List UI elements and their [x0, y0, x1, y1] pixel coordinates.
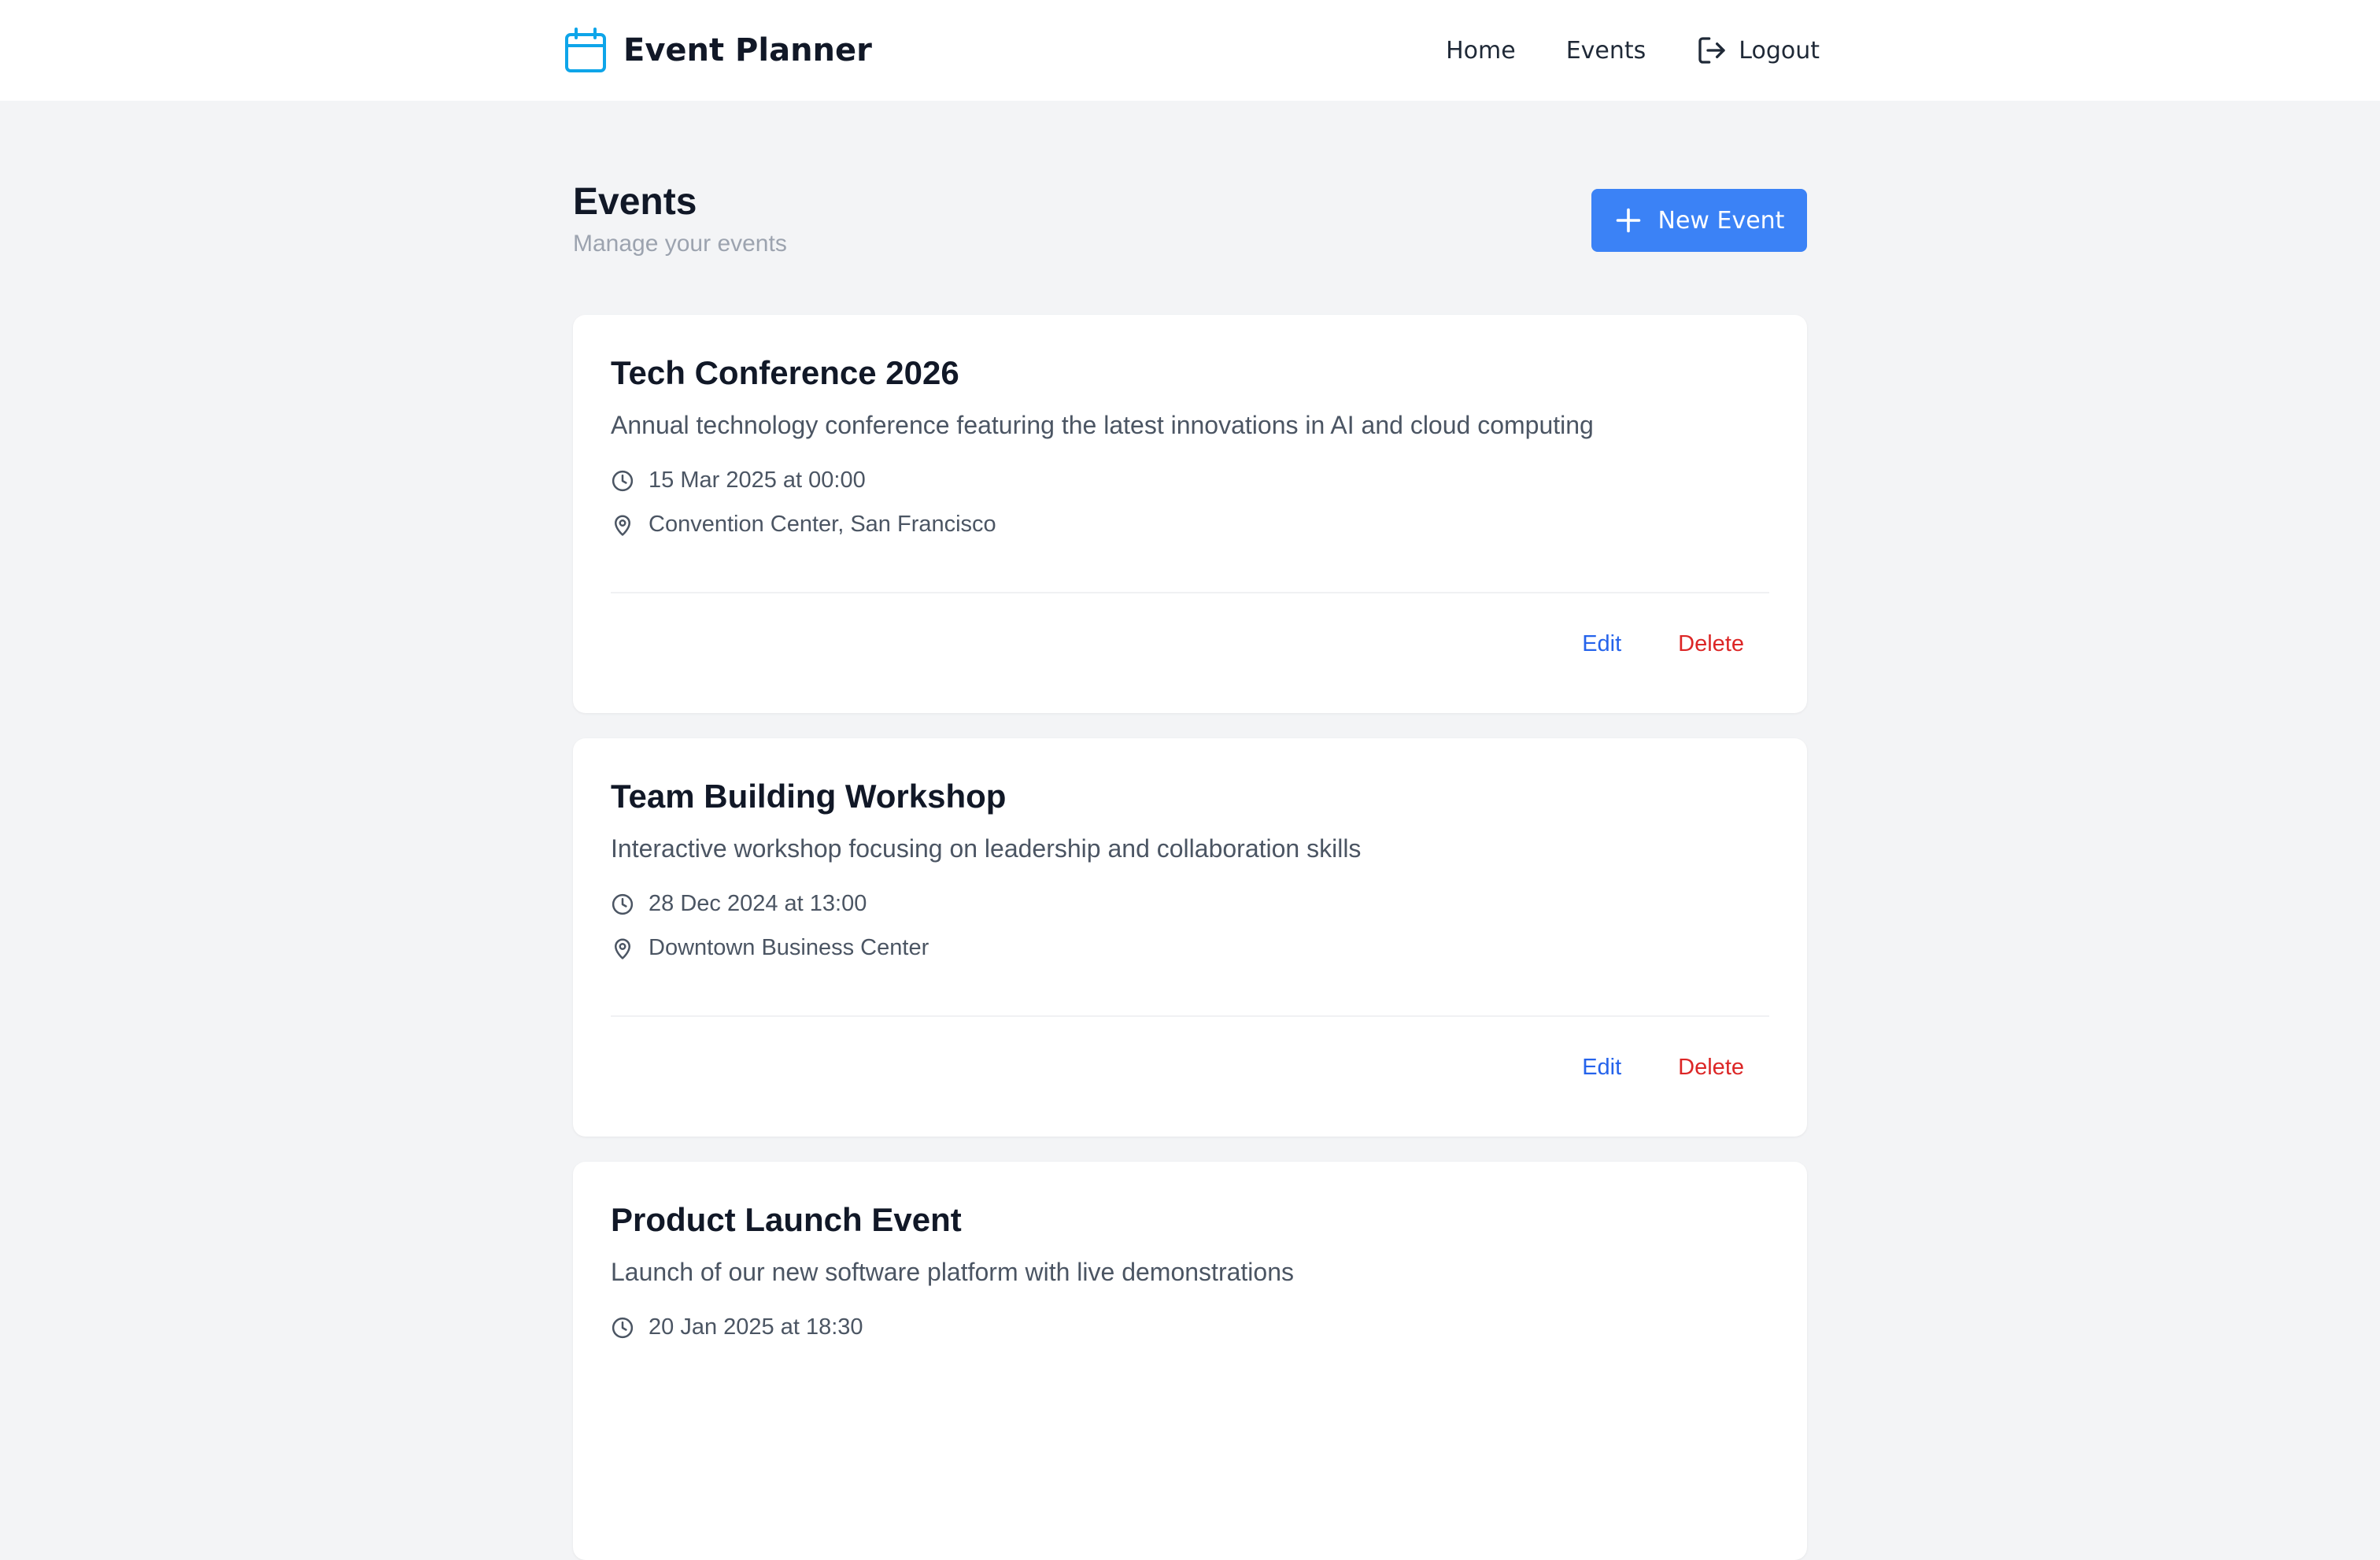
map-pin-icon	[615, 938, 630, 959]
plus-icon	[1616, 208, 1640, 233]
nav-link-logout-label: Logout	[1739, 36, 1820, 65]
event-datetime-text: 15 Mar 2025 at 00:00	[649, 468, 866, 493]
nav-link-logout[interactable]: Logout	[1696, 35, 1820, 66]
clock-icon	[612, 893, 634, 915]
clock-icon	[612, 1317, 634, 1338]
edit-button[interactable]: Edit	[1582, 631, 1621, 657]
delete-button[interactable]: Delete	[1678, 631, 1744, 657]
event-datetime-text: 28 Dec 2024 at 13:00	[649, 891, 867, 916]
event-actions: Edit Delete	[1582, 1055, 1744, 1081]
event-datetime: 15 Mar 2025 at 00:00	[611, 468, 866, 494]
event-actions: Edit Delete	[1582, 631, 1744, 657]
event-location: Convention Center, San Francisco	[611, 512, 996, 538]
event-card: Product Launch Event Launch of our new s…	[573, 1162, 1807, 1560]
event-title: Tech Conference 2026	[611, 354, 959, 391]
nav-link-events[interactable]: Events	[1566, 37, 1646, 65]
event-title: Product Launch Event	[611, 1201, 962, 1238]
navbar: Event Planner Home Events Logout	[0, 0, 2380, 101]
delete-button[interactable]: Delete	[1678, 1055, 1744, 1081]
event-title: Team Building Workshop	[611, 778, 1007, 815]
divider	[611, 1015, 1769, 1017]
event-location-text: Convention Center, San Francisco	[649, 512, 996, 537]
edit-button[interactable]: Edit	[1582, 1055, 1621, 1081]
event-card: Tech Conference 2026 Annual technology c…	[573, 315, 1807, 713]
nav-links: Home Events Logout	[1446, 24, 1820, 77]
new-event-label: New Event	[1658, 206, 1785, 235]
event-description: Annual technology conference featuring t…	[611, 411, 1594, 439]
event-datetime: 28 Dec 2024 at 13:00	[611, 891, 867, 917]
event-card: Team Building Workshop Interactive works…	[573, 738, 1807, 1137]
event-datetime-text: 20 Jan 2025 at 18:30	[649, 1314, 863, 1340]
event-datetime: 20 Jan 2025 at 18:30	[611, 1314, 863, 1340]
logout-icon	[1698, 37, 1725, 64]
event-location: Downtown Business Center	[611, 935, 929, 961]
brand-title: Event Planner	[623, 32, 872, 68]
nav-link-home[interactable]: Home	[1446, 37, 1516, 65]
divider	[611, 592, 1769, 593]
nav-link-events-label: Events	[1565, 36, 1646, 65]
brand[interactable]: Event Planner	[564, 24, 872, 77]
nav-link-home-label: Home	[1446, 36, 1516, 65]
clock-icon	[612, 470, 634, 491]
event-description: Interactive workshop focusing on leaders…	[611, 834, 1362, 863]
new-event-button[interactable]: New Event	[1591, 189, 1807, 252]
map-pin-icon	[615, 515, 630, 536]
page-header: Events Manage your events New Event	[573, 176, 1807, 271]
calendar-icon	[565, 28, 606, 72]
event-description: Launch of our new software platform with…	[611, 1258, 1294, 1286]
event-location-text: Downtown Business Center	[649, 935, 929, 960]
